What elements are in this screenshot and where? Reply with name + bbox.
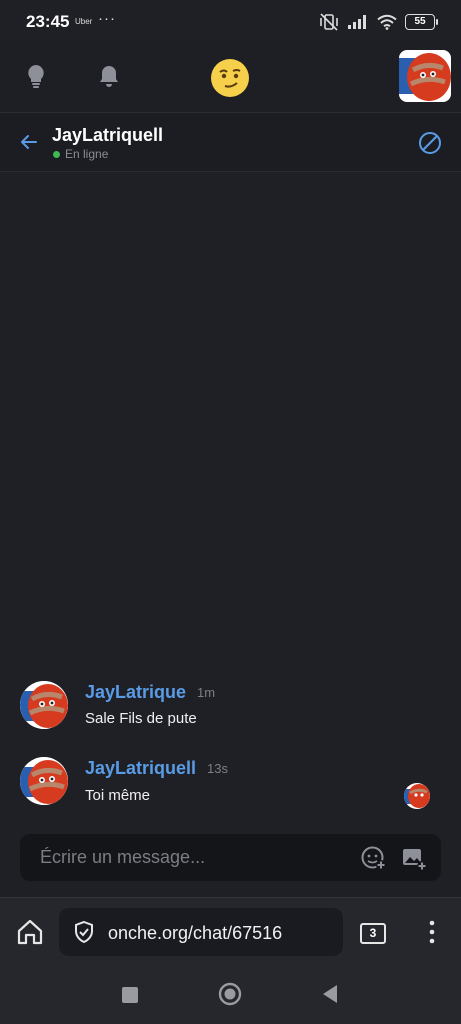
message-item: JayLatriquell 13s Toi même (0, 756, 461, 816)
system-navigation-bar (0, 967, 461, 1024)
image-add-icon[interactable] (401, 845, 427, 871)
shield-check-icon[interactable] (72, 920, 96, 944)
url-bar[interactable]: onche.org/chat/67516 (59, 908, 343, 956)
home-icon[interactable] (16, 918, 44, 946)
message-avatar[interactable] (20, 757, 68, 805)
block-icon[interactable] (418, 131, 442, 155)
status-more: ··· (98, 10, 116, 27)
message-text: Toi même (85, 787, 151, 804)
tab-count-button[interactable]: 3 (360, 923, 386, 944)
site-logo-emoji[interactable] (211, 59, 249, 97)
lightbulb-icon[interactable] (21, 61, 51, 91)
status-time: 23:45 (26, 12, 70, 31)
message-time: 13s (207, 761, 228, 776)
home-button[interactable] (218, 982, 242, 1006)
status-carrier: Uber (75, 17, 93, 26)
vibrate-off-icon (320, 13, 338, 31)
recents-button[interactable] (122, 987, 138, 1003)
signal-icon (348, 15, 366, 29)
chat-header: JayLatriquell En ligne (0, 112, 461, 172)
overflow-menu-icon[interactable] (422, 918, 442, 946)
message-avatar[interactable] (20, 681, 68, 729)
message-author[interactable]: JayLatrique (85, 682, 186, 703)
online-indicator (53, 151, 60, 158)
back-arrow-icon[interactable] (18, 131, 40, 153)
message-item: JayLatrique 1m Sale Fils de pute (0, 680, 461, 740)
message-time: 1m (197, 685, 216, 700)
back-button[interactable] (321, 984, 339, 1004)
bell-icon[interactable] (94, 61, 124, 91)
browser-toolbar: onche.org/chat/67516 3 (0, 897, 461, 968)
message-input[interactable]: Écrire un message... (40, 847, 205, 868)
read-receipt-avatar (404, 783, 430, 809)
wifi-icon (377, 14, 397, 30)
battery-icon: 55 (405, 14, 438, 30)
chat-title: JayLatriquell (52, 125, 164, 145)
online-status: En ligne (65, 147, 109, 161)
message-author[interactable]: JayLatriquell (85, 758, 196, 779)
status-icons: 55 (319, 12, 438, 32)
message-composer[interactable]: Écrire un message... (20, 834, 441, 881)
message-text: Sale Fils de pute (85, 710, 197, 727)
user-avatar[interactable] (399, 50, 451, 102)
app-top-bar (0, 42, 461, 112)
emoji-add-icon[interactable] (361, 845, 387, 871)
status-bar: 23:45 Uber ··· 55 (0, 0, 461, 42)
url-text[interactable]: onche.org/chat/67516 (108, 923, 282, 944)
